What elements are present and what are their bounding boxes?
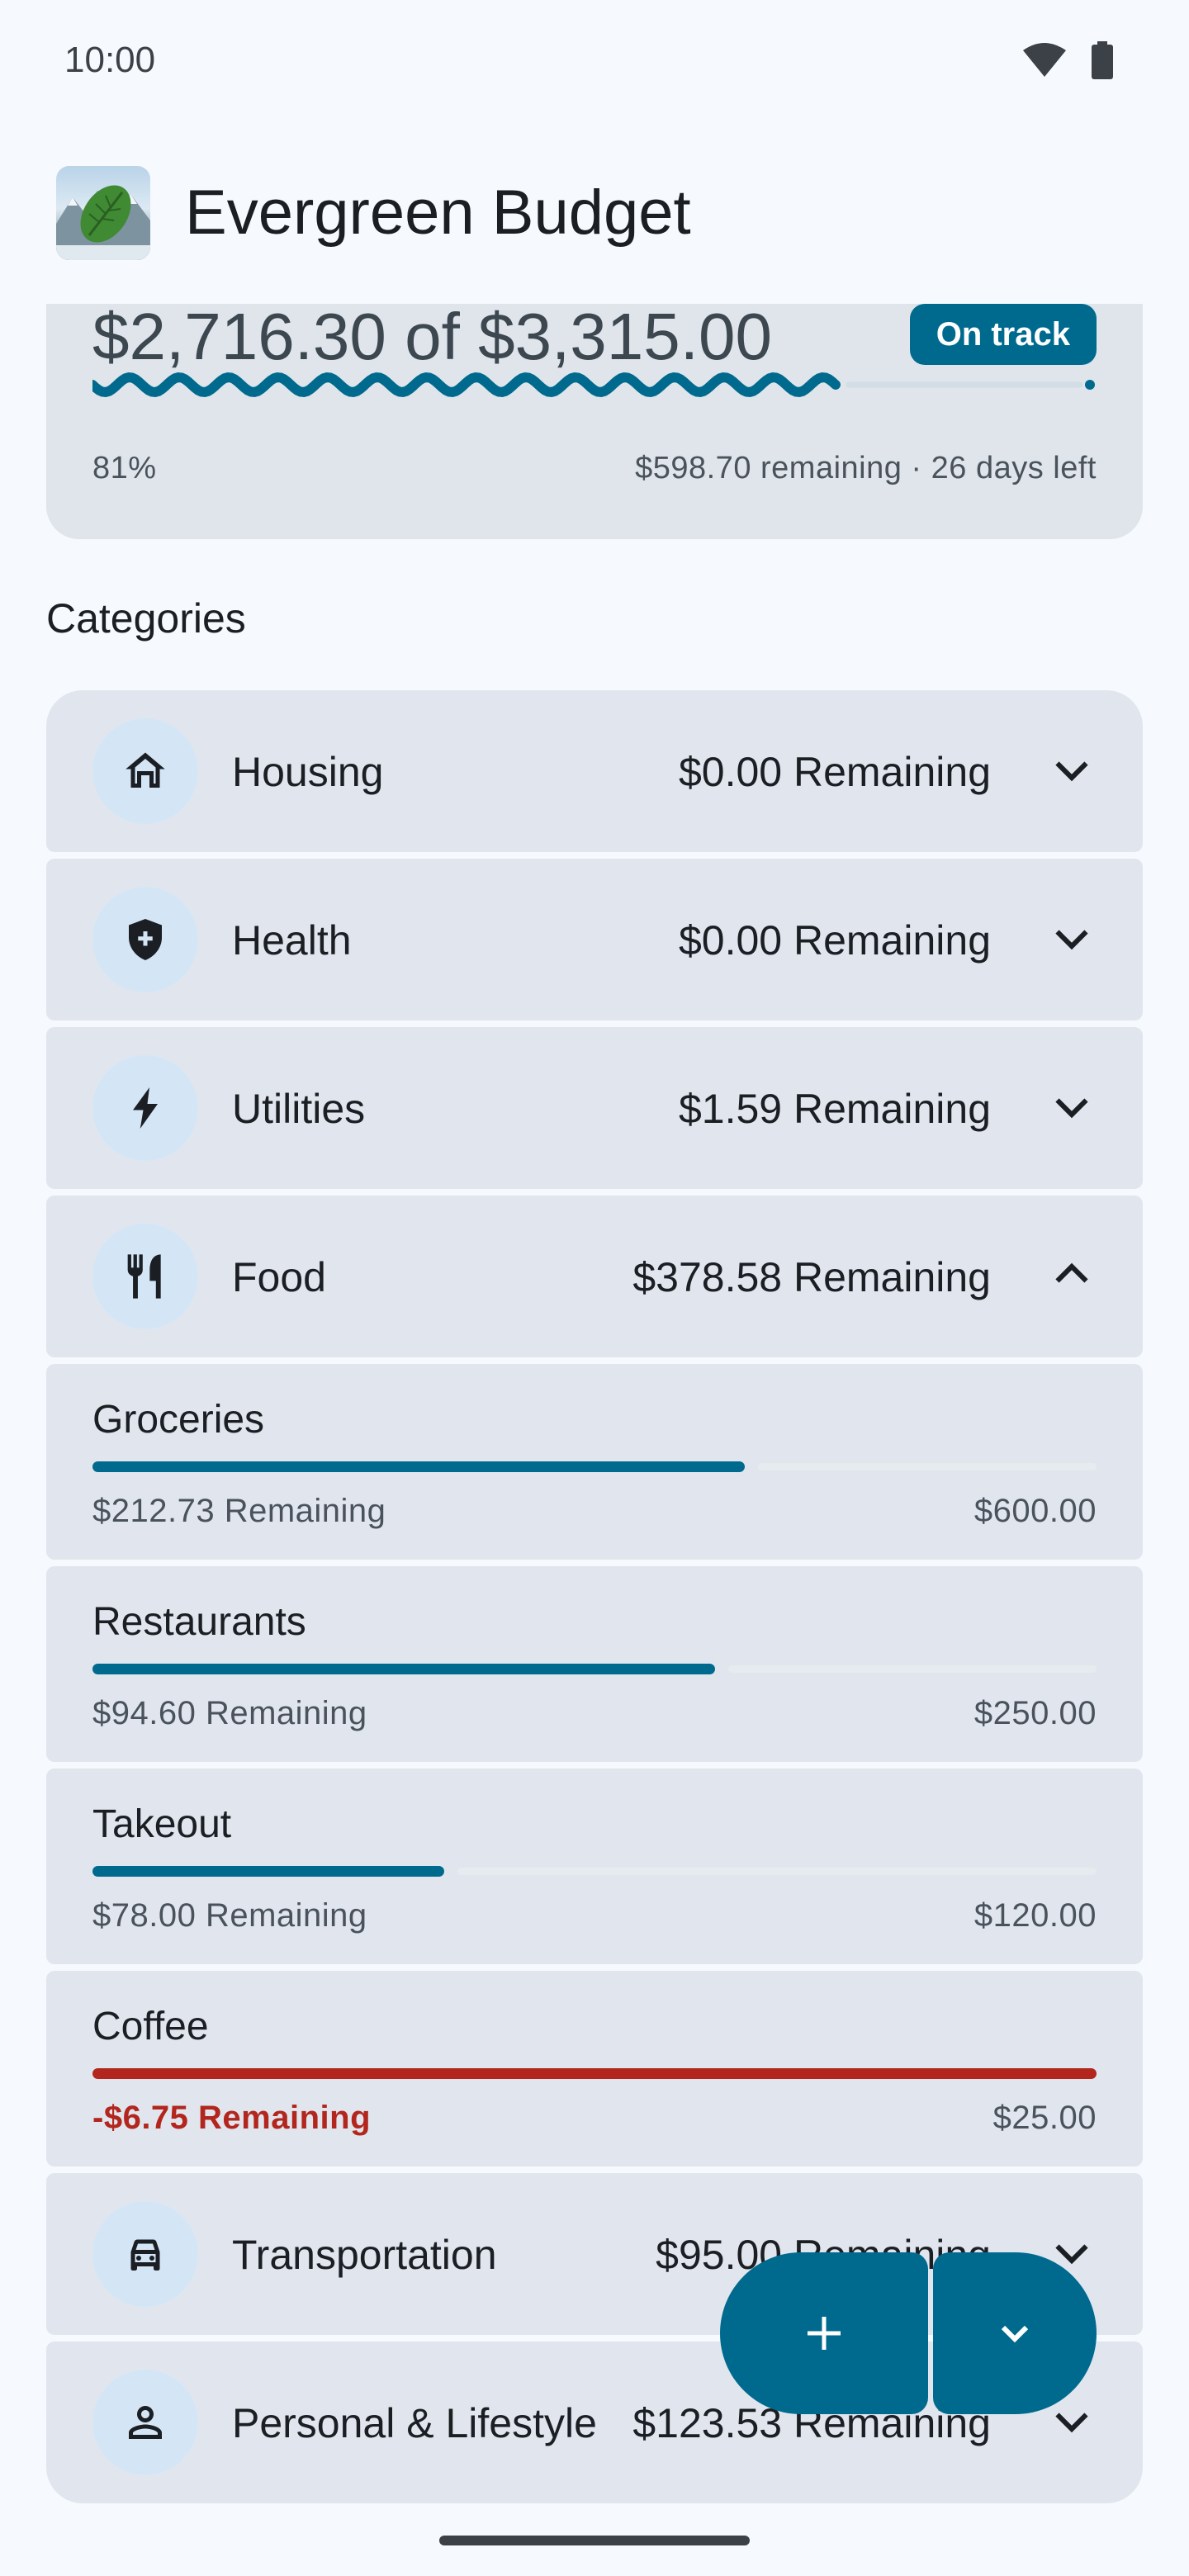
progress-fill	[92, 1866, 444, 1877]
category-remaining: $1.59 Remaining	[678, 1086, 991, 1132]
progress-fill	[92, 1664, 715, 1674]
category-icon-container	[92, 1224, 198, 1329]
category-row-food[interactable]: Food $378.58 Remaining	[46, 1196, 1143, 1357]
split-fab	[720, 2252, 1097, 2414]
app-title: Evergreen Budget	[185, 178, 691, 248]
budget-summary-card[interactable]: $2,716.30 of $3,315.00 On track 81% $598…	[46, 304, 1143, 539]
category-remaining: $0.00 Remaining	[678, 749, 991, 795]
subcategory-row-restaurants[interactable]: Restaurants $94.60 Remaining $250.00	[46, 1566, 1143, 1762]
category-list: Housing $0.00 Remaining Health $0.00 Rem…	[46, 690, 1143, 2510]
category-remaining: $0.00 Remaining	[678, 917, 991, 964]
chevron-up-icon[interactable]	[1047, 1250, 1097, 1300]
summary-percent: 81%	[92, 451, 157, 485]
progress-remaining-track	[758, 1463, 1097, 1470]
subcategory-remaining: $94.60 Remaining	[92, 1695, 367, 1731]
status-time: 10:00	[64, 40, 156, 80]
subcategory-progress-bar	[92, 1664, 1097, 1674]
app-bar: Evergreen Budget	[0, 140, 1189, 281]
subcategory-name: Coffee	[92, 2005, 209, 2048]
status-icons	[1022, 41, 1115, 79]
subcategory-row-groceries[interactable]: Groceries $212.73 Remaining $600.00	[46, 1364, 1143, 1560]
category-row-housing[interactable]: Housing $0.00 Remaining	[46, 690, 1143, 852]
category-name: Utilities	[232, 1086, 366, 1132]
progress-remaining-track	[457, 1868, 1097, 1875]
subcategory-remaining: $212.73 Remaining	[92, 1493, 386, 1529]
progress-fill	[92, 1461, 745, 1472]
subcategory-row-coffee[interactable]: Coffee -$6.75 Remaining $25.00	[46, 1971, 1143, 2166]
subcategory-budget: $120.00	[973, 1897, 1097, 1934]
subcategory-progress-bar	[92, 1461, 1097, 1472]
wifi-icon	[1023, 43, 1066, 77]
subcategory-budget: $600.00	[973, 1493, 1097, 1529]
battery-icon	[1092, 41, 1113, 79]
car-icon	[130, 2239, 160, 2271]
subcategory-budget: $250.00	[973, 1695, 1097, 1731]
subcategory-name: Restaurants	[92, 1600, 306, 1644]
category-remaining: $378.58 Remaining	[632, 1254, 991, 1300]
add-transaction-button[interactable]	[720, 2252, 928, 2414]
subcategory-remaining: $78.00 Remaining	[92, 1897, 367, 1934]
plus-icon	[808, 2317, 841, 2350]
home-indicator[interactable]	[439, 2536, 750, 2545]
status-bar: 10:00	[0, 0, 1189, 124]
summary-remaining-days: $598.70 remaining · 26 days left	[635, 451, 1097, 485]
status-badge: On track	[909, 304, 1097, 365]
summary-progress-wave	[92, 372, 1095, 398]
bolt-icon	[133, 1087, 158, 1129]
category-icon-container	[92, 718, 198, 824]
evergreen-leaf-logo	[56, 185, 150, 260]
chevron-down-icon[interactable]	[1047, 913, 1097, 963]
subcategory-name: Takeout	[92, 1802, 232, 1846]
subcategory-name: Groceries	[92, 1398, 265, 1442]
category-row-health[interactable]: Health $0.00 Remaining	[46, 859, 1143, 1020]
category-row-utilities[interactable]: Utilities $1.59 Remaining	[46, 1027, 1143, 1189]
categories-heading: Categories	[46, 595, 246, 642]
chevron-down-icon[interactable]	[1047, 1082, 1097, 1131]
home-icon	[126, 752, 165, 788]
category-name: Food	[232, 1254, 326, 1300]
subcategory-progress-bar	[92, 2068, 1097, 2079]
category-icon-container	[92, 1055, 198, 1161]
progress-fill	[92, 2068, 1097, 2079]
category-icon-container	[92, 2370, 198, 2475]
shield-plus-icon	[129, 919, 162, 960]
chevron-down-icon	[1001, 2325, 1029, 2343]
utensils-icon	[127, 1254, 161, 1299]
progress-remaining-track	[728, 1665, 1097, 1673]
category-icon-container	[92, 887, 198, 992]
category-name: Health	[232, 917, 352, 964]
app-logo	[56, 166, 150, 260]
subcategory-progress-bar	[92, 1866, 1097, 1877]
category-name: Transportation	[232, 2232, 497, 2278]
subcategory-row-takeout[interactable]: Takeout $78.00 Remaining $120.00	[46, 1769, 1143, 1964]
summary-meta-row: 81% $598.70 remaining · 26 days left	[92, 451, 1097, 486]
fab-menu-button[interactable]	[933, 2252, 1097, 2414]
subcategory-remaining: -$6.75 Remaining	[92, 2100, 372, 2136]
category-icon-container	[92, 2201, 198, 2307]
category-name: Housing	[232, 749, 384, 795]
chevron-down-icon[interactable]	[1047, 745, 1097, 794]
category-name: Personal & Lifestyle	[232, 2400, 597, 2446]
subcategory-budget: $25.00	[992, 2100, 1097, 2136]
person-icon	[129, 2406, 162, 2439]
